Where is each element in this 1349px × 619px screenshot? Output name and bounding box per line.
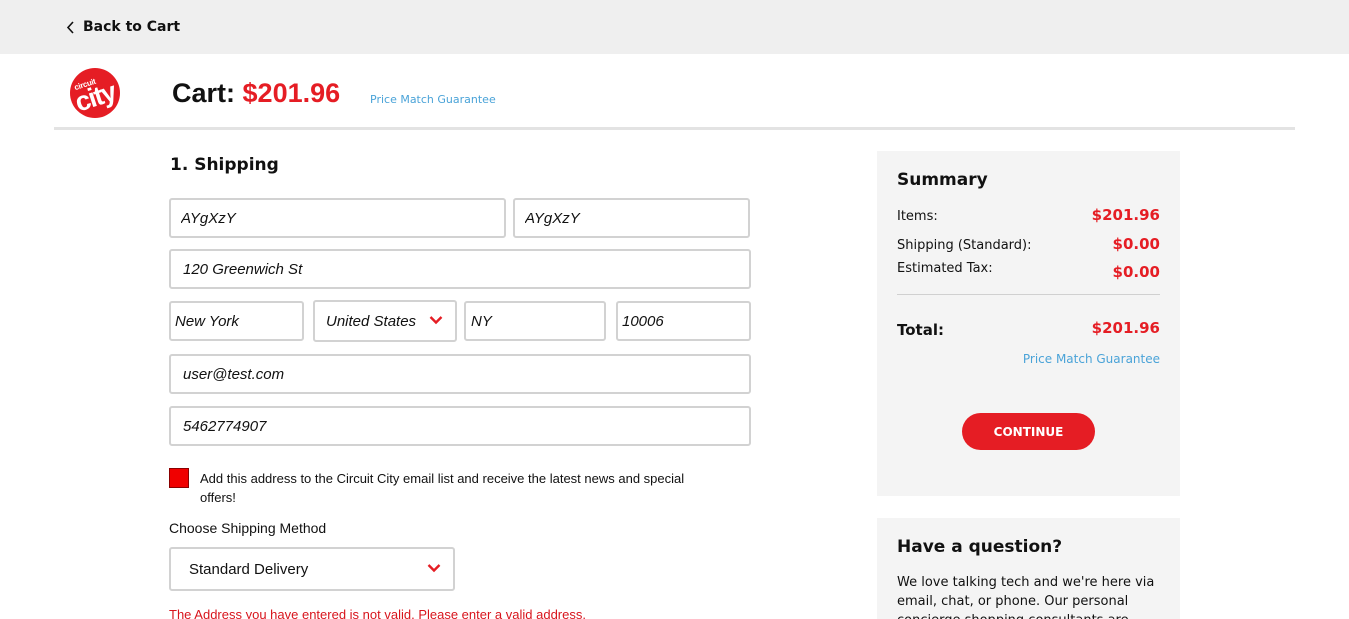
newsletter-label: Add this address to the Circuit City ema…: [200, 471, 685, 505]
cart-label: Cart:: [172, 78, 236, 108]
circuit-city-logo[interactable]: circuit city: [70, 68, 120, 118]
shipping-section-title: 1. Shipping: [170, 155, 279, 175]
state-field[interactable]: [464, 301, 606, 341]
header-divider: [54, 127, 1295, 130]
summary-divider: [897, 294, 1160, 295]
cart-amount: $201.96: [242, 78, 341, 108]
chevron-left-icon: [66, 20, 75, 34]
email-field[interactable]: [169, 354, 751, 394]
help-panel: Have a question? We love talking tech an…: [877, 518, 1180, 619]
country-select-value: United States: [326, 312, 417, 330]
tax-label: Estimated Tax:: [897, 261, 993, 276]
back-to-cart-label: Back to Cart: [83, 19, 181, 35]
shipping-cost-label: Shipping (Standard):: [897, 238, 1032, 253]
cart-title: Cart: $201.96: [172, 78, 340, 109]
newsletter-checkbox[interactable]: [169, 468, 189, 488]
last-name-field[interactable]: [513, 198, 750, 238]
items-value: $201.96: [1091, 206, 1160, 224]
summary-title: Summary: [897, 170, 988, 190]
summary-price-match-link[interactable]: Price Match Guarantee: [1023, 352, 1160, 366]
tax-value: $0.00: [1112, 263, 1160, 281]
city-field[interactable]: [169, 301, 304, 341]
shipping-cost-value: $0.00: [1112, 235, 1160, 253]
order-summary-panel: Summary Items: $201.96 Shipping (Standar…: [877, 151, 1180, 496]
shipping-method-select[interactable]: Standard Delivery: [169, 547, 455, 591]
help-body: We love talking tech and we're here via …: [897, 575, 1155, 619]
back-to-cart-link[interactable]: Back to Cart: [66, 19, 180, 35]
country-select[interactable]: United States: [313, 300, 457, 342]
first-name-field[interactable]: [169, 198, 506, 238]
total-value: $201.96: [1091, 319, 1160, 337]
address-field[interactable]: [169, 249, 751, 289]
shipping-method-label: Choose Shipping Method: [169, 520, 327, 536]
address-error-message: The Address you have entered is not vali…: [169, 607, 586, 619]
items-label: Items:: [897, 209, 938, 224]
phone-field[interactable]: [169, 406, 751, 446]
zip-field[interactable]: [616, 301, 751, 341]
price-match-link[interactable]: Price Match Guarantee: [370, 93, 496, 106]
continue-button[interactable]: CONTINUE: [962, 413, 1095, 450]
top-bar: Back to Cart: [0, 0, 1349, 54]
help-title: Have a question?: [897, 537, 1063, 557]
total-label: Total:: [897, 321, 944, 339]
shipping-method-value: Standard Delivery: [189, 560, 309, 578]
